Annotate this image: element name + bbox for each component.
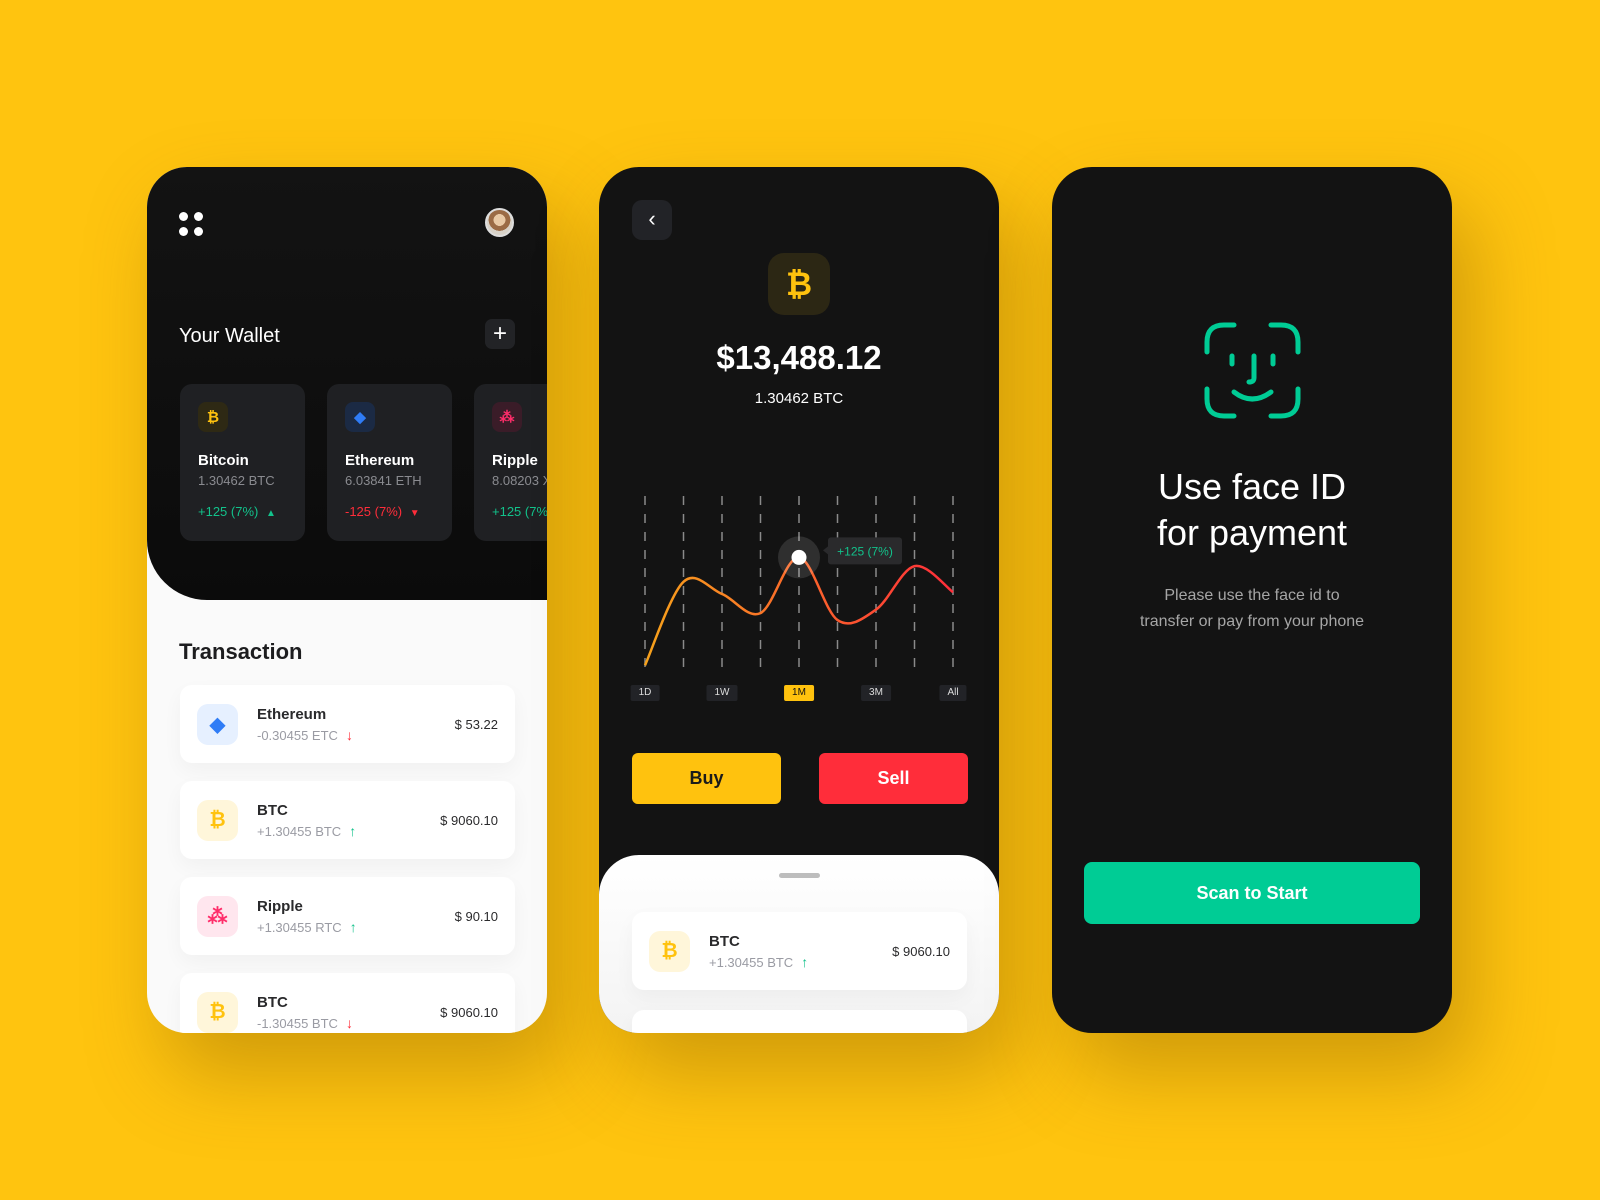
coin-price: $13,488.12 bbox=[716, 339, 882, 376]
subtitle-line: transfer or pay from your phone bbox=[1139, 613, 1365, 630]
wallet-header: Your Wallet + ₿ Bitcoin 1.30462 BTC +125… bbox=[147, 167, 547, 600]
table-row[interactable]: ₿ BTC -1.30455 BTC ↓ $ 9060.10 bbox=[180, 973, 515, 1033]
table-row[interactable]: ⁂ Ripple +1.30455 RTC ↑ $ 90.10 bbox=[180, 877, 515, 955]
bitcoin-icon: ₿ bbox=[649, 930, 690, 972]
wallet-screen: Your Wallet + ₿ Bitcoin 1.30462 BTC +125… bbox=[147, 167, 547, 1033]
item-value: $ 9060.10 bbox=[892, 943, 950, 959]
table-row[interactable]: ◆ Ethereum -0.30455 ETC ↓ $ 53.22 bbox=[180, 685, 515, 763]
sheet-handle[interactable] bbox=[779, 873, 820, 878]
list-item[interactable] bbox=[632, 1010, 967, 1033]
ethereum-icon: ◆ bbox=[197, 703, 238, 745]
subtitle-line: Please use the face id to bbox=[1164, 587, 1340, 604]
triangle-down-icon: ▼ bbox=[409, 508, 420, 519]
transaction-title: Transaction bbox=[179, 639, 303, 664]
face-id-title: Use face ID for payment bbox=[1052, 464, 1452, 556]
transaction-amount: -1.30455 BTC bbox=[257, 1015, 338, 1031]
ripple-icon: ⁂ bbox=[492, 402, 522, 432]
coin-detail-screen: ‹ ₿ $13,488.12 1.30462 BTC +125 (7%) 1D 1… bbox=[599, 167, 999, 1033]
transaction-value: $ 9060.10 bbox=[440, 1004, 498, 1020]
title-line: Use face ID bbox=[1157, 466, 1347, 507]
transaction-name: BTC bbox=[257, 801, 288, 819]
wallet-card[interactable]: ₿ Bitcoin 1.30462 BTC +125 (7%) ▲ bbox=[180, 384, 305, 541]
bitcoin-icon: ₿ bbox=[768, 253, 830, 315]
arrow-up-icon: ↑ bbox=[801, 953, 809, 970]
title-line: for payment bbox=[1156, 512, 1348, 553]
arrow-up-icon: ↑ bbox=[349, 822, 357, 839]
wallet-card[interactable]: ◆ Ethereum 6.03841 ETH -125 (7%) ▼ bbox=[327, 384, 452, 541]
transaction-value: $ 9060.10 bbox=[440, 812, 498, 828]
card-change: +125 (7%) bbox=[492, 504, 547, 519]
card-name: Ethereum bbox=[345, 452, 415, 469]
bitcoin-icon: ₿ bbox=[198, 402, 228, 432]
timeframe-all[interactable]: All bbox=[939, 685, 967, 701]
highlight-point[interactable] bbox=[791, 549, 807, 565]
card-change: +125 (7%) bbox=[198, 504, 259, 519]
transaction-name: BTC bbox=[257, 993, 288, 1011]
transaction-value: $ 90.10 bbox=[454, 908, 498, 924]
tooltip-pointer bbox=[823, 546, 828, 555]
transaction-amount: +1.30455 BTC bbox=[257, 823, 342, 839]
card-change: -125 (7%) bbox=[345, 504, 403, 519]
tooltip-text: +125 (7%) bbox=[837, 544, 893, 558]
triangle-up-icon: ▲ bbox=[265, 508, 276, 519]
transaction-amount: -0.30455 ETC bbox=[257, 727, 338, 743]
bitcoin-icon: ₿ bbox=[197, 799, 238, 841]
scan-to-start-button[interactable]: Scan to Start bbox=[1084, 862, 1420, 924]
arrow-up-icon: ↑ bbox=[349, 918, 357, 935]
menu-icon[interactable] bbox=[179, 212, 203, 236]
buy-button[interactable]: Buy bbox=[632, 753, 781, 804]
wallet-title: Your Wallet bbox=[179, 325, 280, 347]
coin-amount: 1.30462 BTC bbox=[754, 390, 844, 407]
card-name: Bitcoin bbox=[198, 452, 249, 469]
transaction-name: Ripple bbox=[257, 897, 303, 915]
transaction-name: Ethereum bbox=[257, 705, 327, 723]
face-id-screen: Use face ID for payment Please use the f… bbox=[1052, 167, 1452, 1033]
timeframe-1w[interactable]: 1W bbox=[706, 685, 738, 701]
arrow-down-icon: ↓ bbox=[345, 1014, 353, 1031]
item-amount: +1.30455 BTC bbox=[709, 954, 794, 970]
table-row[interactable]: ₿ BTC +1.30455 BTC ↑ $ 9060.10 bbox=[180, 781, 515, 859]
timeframe-1m[interactable]: 1M bbox=[784, 685, 814, 701]
card-amount: 1.30462 BTC bbox=[198, 473, 275, 488]
avatar[interactable] bbox=[485, 208, 514, 237]
bitcoin-icon: ₿ bbox=[197, 991, 238, 1033]
card-name: Ripple bbox=[492, 452, 538, 469]
face-id-subtitle: Please use the face id to transfer or pa… bbox=[1052, 583, 1452, 635]
ethereum-icon: ◆ bbox=[345, 402, 375, 432]
timeframe-1d[interactable]: 1D bbox=[630, 685, 660, 701]
wallet-card[interactable]: ⁂ Ripple 8.08203 XRP +125 (7%) ▲ bbox=[474, 384, 547, 541]
card-amount: 6.03841 ETH bbox=[345, 473, 422, 488]
item-name: BTC bbox=[709, 932, 740, 950]
sell-button[interactable]: Sell bbox=[819, 753, 968, 804]
ripple-icon: ⁂ bbox=[197, 895, 238, 937]
timeframe-3m[interactable]: 3M bbox=[861, 685, 891, 701]
face-id-icon bbox=[1204, 322, 1301, 419]
back-button[interactable]: ‹ bbox=[632, 200, 672, 240]
price-chart[interactable]: +125 (7%) bbox=[599, 487, 999, 707]
list-item[interactable]: ₿ BTC +1.30455 BTC ↑ $ 9060.10 bbox=[632, 912, 967, 990]
transaction-value: $ 53.22 bbox=[454, 716, 498, 732]
arrow-down-icon: ↓ bbox=[345, 726, 353, 743]
bottom-sheet: ₿ BTC +1.30455 BTC ↑ $ 9060.10 bbox=[599, 855, 999, 1033]
add-wallet-button[interactable]: + bbox=[485, 319, 515, 349]
transaction-amount: +1.30455 RTC bbox=[257, 919, 342, 935]
card-amount: 8.08203 XRP bbox=[492, 473, 547, 488]
